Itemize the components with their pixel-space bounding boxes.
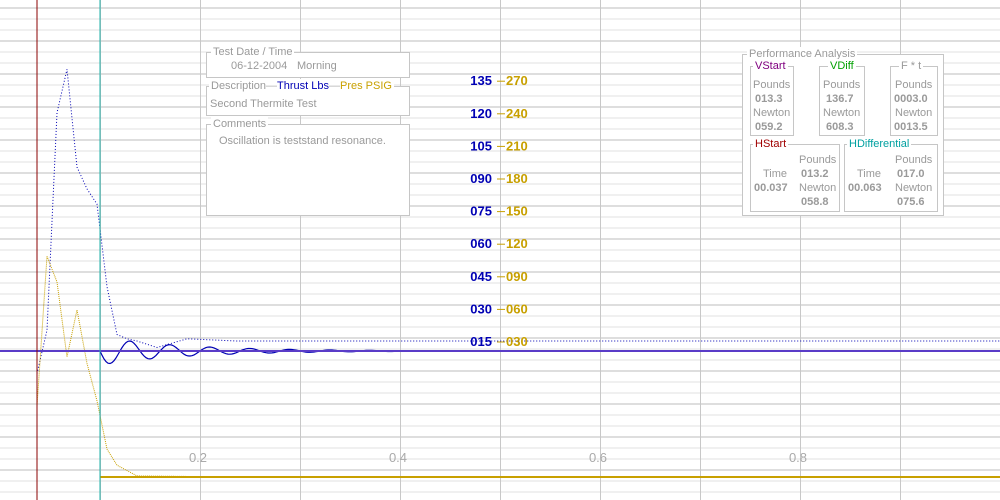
hstart-pounds-value: 013.2 [801,168,829,180]
test-date-value[interactable]: 06-12-2004 [231,59,287,73]
hstart-box: HStart Pounds Time 013.2 00.037 Newton 0… [750,137,840,212]
ft-pounds-label: Pounds [895,79,933,91]
hdiff-newton-label: Newton [895,182,933,194]
description-text[interactable]: Second Thermite Test [210,97,317,111]
vdiff-pounds-value: 136.7 [826,93,854,105]
pressure-tick-label: 090 [506,269,528,284]
vstart-pounds-label: Pounds [753,79,791,91]
pressure-tick-label: 030 [506,334,528,349]
test-date-panel: Test Date / Time 06-12-2004 Morning [206,45,410,78]
pressure-series-line [36,256,1000,478]
hdiff-newton-value: 075.6 [897,196,925,208]
hdiff-title: HDifferential [847,137,912,151]
ft-pounds-value: 0003.0 [894,93,928,105]
hdiff-time-label: Time [857,168,882,180]
description-panel: Description—Thrust Lbs—Pres PSIG Second … [206,79,410,116]
pressure-tick-label: 150 [506,204,528,219]
x-tick-label: 0.6 [589,450,607,465]
pressure-legend: Pres PSIG [340,80,392,92]
thrust-tick-label: 030 [470,301,492,316]
thrust-legend: Thrust Lbs [277,80,329,92]
vdiff-title: VDiff [828,59,856,73]
hstart-time-value: 00.037 [754,182,788,194]
hstart-newton-value: 058.8 [801,196,829,208]
thrust-tick-label: 090 [470,171,492,186]
hdiff-time-value: 00.063 [848,182,882,194]
vstart-pounds-value: 013.3 [755,93,783,105]
x-tick-label: 0.2 [189,450,207,465]
pressure-tick-label: 270 [506,73,528,88]
vdiff-box: VDiff Pounds 136.7 Newton 608.3 [819,59,865,136]
thrust-tick-label: 075 [470,204,492,219]
comments-text[interactable]: Oscillation is teststand resonance. [219,134,386,148]
performance-panel: Performance Analysis VStart Pounds 013.3… [742,47,944,216]
hstart-pounds-label: Pounds [799,154,837,166]
description-label: Description [211,80,267,92]
pressure-tick-label: 060 [506,301,528,316]
vdiff-newton-value: 608.3 [826,121,854,133]
hstart-title: HStart [753,137,789,151]
thrust-tick-label: 045 [470,269,492,284]
description-title: Description—Thrust Lbs—Pres PSIG [209,79,394,93]
comments-title: Comments [211,117,269,131]
comments-panel: Comments Oscillation is teststand resona… [206,117,410,216]
pressure-tick-label: 240 [506,106,528,121]
hdiff-pounds-value: 017.0 [897,168,925,180]
hstart-time-label: Time [763,168,788,180]
vstart-box: VStart Pounds 013.3 Newton 059.2 [750,59,794,136]
x-tick-label: 0.8 [789,450,807,465]
test-time-value[interactable]: Morning [297,59,337,73]
ft-title: F * t [899,59,924,73]
hdiff-pounds-label: Pounds [895,154,933,166]
vstart-newton-label: Newton [753,107,791,119]
ft-newton-value: 0013.5 [894,121,928,133]
pressure-tick-label: 180 [506,171,528,186]
vstart-title: VStart [753,59,788,73]
thrust-tick-label: 135 [470,73,492,88]
vstart-newton-value: 059.2 [755,121,783,133]
test-date-title: Test Date / Time [211,45,295,59]
thrust-tick-label: 015 [470,334,492,349]
ft-newton-label: Newton [895,107,933,119]
x-tick-label: 0.4 [389,450,407,465]
ft-box: F * t Pounds 0003.0 Newton 0013.5 [890,59,938,136]
hstart-newton-label: Newton [799,182,837,194]
thrust-tick-label: 120 [470,106,492,121]
thrust-tick-label: 060 [470,236,492,251]
thrust-tick-label: 105 [470,138,492,153]
pressure-tick-label: 120 [506,236,528,251]
hdiff-box: HDifferential Pounds Time 017.0 00.063 N… [844,137,938,212]
vdiff-pounds-label: Pounds [823,79,861,91]
pressure-tick-label: 210 [506,138,528,153]
vdiff-newton-label: Newton [823,107,861,119]
